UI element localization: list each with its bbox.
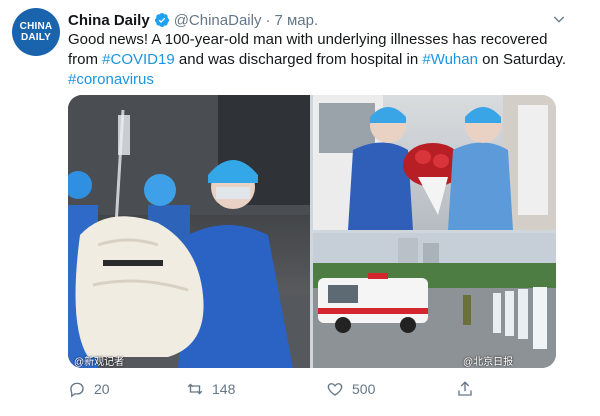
reply-count: 20 (94, 381, 110, 397)
avatar-text-line2: DAILY (20, 32, 52, 43)
hashtag-coronavirus-link[interactable]: #coronavirus (68, 71, 154, 88)
photo-patient-discharge[interactable]: @新观记者 (68, 95, 310, 368)
photo-watermark: @北京日报 (463, 357, 514, 368)
share-button[interactable] (456, 380, 496, 398)
retweet-button[interactable]: 148 (186, 380, 316, 398)
tweet-text-part: on Saturday. (477, 51, 567, 68)
account-name[interactable]: China Daily (68, 12, 150, 29)
share-icon (458, 381, 472, 396)
tweet-actions: 20 148 500 (68, 378, 568, 400)
chevron-down-icon[interactable] (550, 10, 568, 28)
avatar-text-line1: CHINA (19, 21, 53, 32)
photo-ambulance-street[interactable]: @北京日报 (313, 233, 556, 368)
reply-button[interactable]: 20 (68, 380, 176, 398)
tweet-date[interactable]: 7 мар. (274, 12, 318, 29)
tweet-text-part: and was discharged from hospital in (174, 51, 423, 68)
photo-patient-illustration (68, 95, 310, 368)
account-handle[interactable]: @ChinaDaily (174, 12, 262, 29)
retweet-icon (187, 383, 203, 395)
tweet-header: China Daily @ChinaDaily · 7 мар. (68, 10, 578, 30)
hashtag-wuhan-link[interactable]: #Wuhan (422, 51, 478, 68)
photo-ambulance-illustration (313, 95, 556, 230)
hashtag-covid19-link[interactable]: #COVID19 (102, 51, 175, 68)
reply-icon (70, 382, 84, 398)
heart-icon (327, 383, 343, 396)
photo-watermark: @新观记者 (74, 357, 125, 368)
photo-ambulance-flowers[interactable] (313, 95, 556, 230)
like-button[interactable]: 500 (326, 380, 446, 398)
avatar[interactable]: CHINA DAILY (12, 8, 60, 56)
tweet: CHINA DAILY China Daily @ChinaDaily · 7 … (0, 0, 600, 416)
verified-badge-icon (154, 12, 170, 28)
media-grid: @新观记者 @北京日报 (68, 95, 556, 368)
separator-dot: · (265, 11, 271, 29)
like-count: 500 (352, 381, 376, 397)
tweet-text: Good news! A 100-year-old man with under… (68, 30, 568, 90)
photo-street-illustration (313, 233, 556, 368)
retweet-count: 148 (212, 381, 236, 397)
